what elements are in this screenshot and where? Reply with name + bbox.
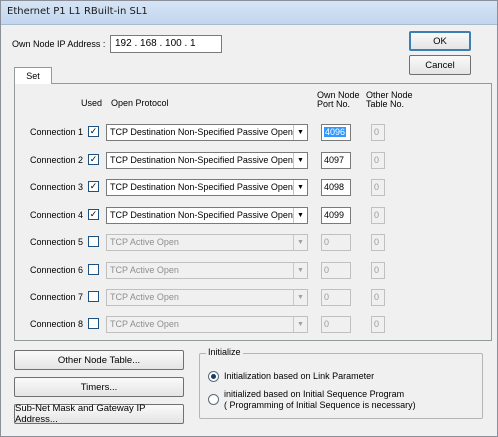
set-tab-panel: Used Open Protocol Own Node Port No. Oth… xyxy=(14,83,492,341)
connection-label: Connection 5 xyxy=(30,237,84,247)
protocol-select[interactable]: TCP Active Open ▼ xyxy=(106,262,308,279)
protocol-value: TCP Destination Non-Specified Passive Op… xyxy=(110,182,293,192)
check-icon: ✓ xyxy=(89,154,98,164)
used-checkbox[interactable]: ✓ xyxy=(88,154,99,165)
protocol-value: TCP Active Open xyxy=(110,292,179,302)
connection-label: Connection 8 xyxy=(30,319,84,329)
dropdown-arrow-icon[interactable]: ▼ xyxy=(293,153,307,168)
dropdown-arrow-icon[interactable]: ▼ xyxy=(293,180,307,195)
protocol-select[interactable]: TCP Active Open ▼ xyxy=(106,289,308,306)
protocol-value: TCP Active Open xyxy=(110,265,179,275)
used-checkbox[interactable] xyxy=(88,264,99,275)
ip-address-label: Own Node IP Address : xyxy=(12,39,106,49)
dropdown-arrow-icon[interactable]: ▼ xyxy=(293,290,307,305)
used-checkbox[interactable]: ✓ xyxy=(88,209,99,220)
init-link-parameter-radio[interactable] xyxy=(208,371,219,382)
init-sequence-note: ( Programming of Initial Sequence is nec… xyxy=(224,400,416,410)
protocol-value: TCP Destination Non-Specified Passive Op… xyxy=(110,210,293,220)
title-bar[interactable]: Ethernet P1 L1 RBuilt-in SL1 xyxy=(1,1,497,25)
used-checkbox[interactable] xyxy=(88,291,99,302)
ip-address-input[interactable]: 192 . 168 . 100 . 1 xyxy=(110,35,222,53)
window-title: Ethernet P1 L1 RBuilt-in SL1 xyxy=(7,6,148,17)
port-input[interactable]: 4097 xyxy=(321,152,351,169)
table-no-input[interactable]: 0 xyxy=(371,152,385,169)
other-table-header-2: Table No. xyxy=(366,99,405,109)
check-icon: ✓ xyxy=(89,126,98,136)
subnet-gateway-button[interactable]: Sub-Net Mask and Gateway IP Address... xyxy=(14,403,184,425)
init-link-parameter-label[interactable]: Initialization based on Link Parameter xyxy=(224,371,374,381)
cancel-button[interactable]: Cancel xyxy=(409,55,471,75)
connection-label: Connection 2 xyxy=(30,155,84,165)
protocol-select[interactable]: TCP Destination Non-Specified Passive Op… xyxy=(106,179,308,196)
port-input[interactable]: 0 xyxy=(321,262,351,279)
initialize-legend: Initialize xyxy=(206,347,243,357)
table-no-input[interactable]: 0 xyxy=(371,179,385,196)
table-no-input[interactable]: 0 xyxy=(371,316,385,333)
protocol-select[interactable]: TCP Active Open ▼ xyxy=(106,234,308,251)
used-checkbox[interactable] xyxy=(88,318,99,329)
connection-label: Connection 6 xyxy=(30,265,84,275)
init-sequence-program-label[interactable]: initialized based on Initial Sequence Pr… xyxy=(224,389,404,399)
table-no-input[interactable]: 0 xyxy=(371,124,385,141)
connection-label: Connection 3 xyxy=(30,182,84,192)
ethernet-dialog: Ethernet P1 L1 RBuilt-in SL1 Own Node IP… xyxy=(0,0,498,437)
table-no-input[interactable]: 0 xyxy=(371,234,385,251)
dropdown-arrow-icon[interactable]: ▼ xyxy=(293,125,307,140)
protocol-value: TCP Active Open xyxy=(110,237,179,247)
dropdown-arrow-icon[interactable]: ▼ xyxy=(293,317,307,332)
port-input[interactable]: 4096 xyxy=(321,124,351,141)
dropdown-arrow-icon[interactable]: ▼ xyxy=(293,235,307,250)
table-no-input[interactable]: 0 xyxy=(371,207,385,224)
check-icon: ✓ xyxy=(89,181,98,191)
dropdown-arrow-icon[interactable]: ▼ xyxy=(293,208,307,223)
open-protocol-header: Open Protocol xyxy=(111,98,169,108)
table-no-input[interactable]: 0 xyxy=(371,262,385,279)
used-checkbox[interactable]: ✓ xyxy=(88,181,99,192)
protocol-value: TCP Active Open xyxy=(110,319,179,329)
connection-label: Connection 7 xyxy=(30,292,84,302)
table-no-input[interactable]: 0 xyxy=(371,289,385,306)
port-input[interactable]: 4098 xyxy=(321,179,351,196)
init-sequence-program-radio[interactable] xyxy=(208,394,219,405)
protocol-value: TCP Destination Non-Specified Passive Op… xyxy=(110,127,293,137)
ok-button[interactable]: OK xyxy=(409,31,471,51)
protocol-select[interactable]: TCP Active Open ▼ xyxy=(106,316,308,333)
used-header: Used xyxy=(81,98,103,108)
own-port-header-2: Port No. xyxy=(317,99,351,109)
protocol-value: TCP Destination Non-Specified Passive Op… xyxy=(110,155,293,165)
port-input[interactable]: 0 xyxy=(321,234,351,251)
check-icon: ✓ xyxy=(89,209,98,219)
protocol-select[interactable]: TCP Destination Non-Specified Passive Op… xyxy=(106,124,308,141)
protocol-select[interactable]: TCP Destination Non-Specified Passive Op… xyxy=(106,207,308,224)
dropdown-arrow-icon[interactable]: ▼ xyxy=(293,263,307,278)
initialize-group: Initialize Initialization based on Link … xyxy=(199,347,483,419)
connection-label: Connection 1 xyxy=(30,127,84,137)
other-node-table-button[interactable]: Other Node Table... xyxy=(14,350,184,370)
tab-set[interactable]: Set xyxy=(14,67,52,84)
port-input[interactable]: 0 xyxy=(321,289,351,306)
used-checkbox[interactable] xyxy=(88,236,99,247)
timers-button[interactable]: Timers... xyxy=(14,377,184,397)
port-input[interactable]: 0 xyxy=(321,316,351,333)
used-checkbox[interactable]: ✓ xyxy=(88,126,99,137)
port-input[interactable]: 4099 xyxy=(321,207,351,224)
protocol-select[interactable]: TCP Destination Non-Specified Passive Op… xyxy=(106,152,308,169)
connection-label: Connection 4 xyxy=(30,210,84,220)
port-value: 4096 xyxy=(324,127,347,137)
